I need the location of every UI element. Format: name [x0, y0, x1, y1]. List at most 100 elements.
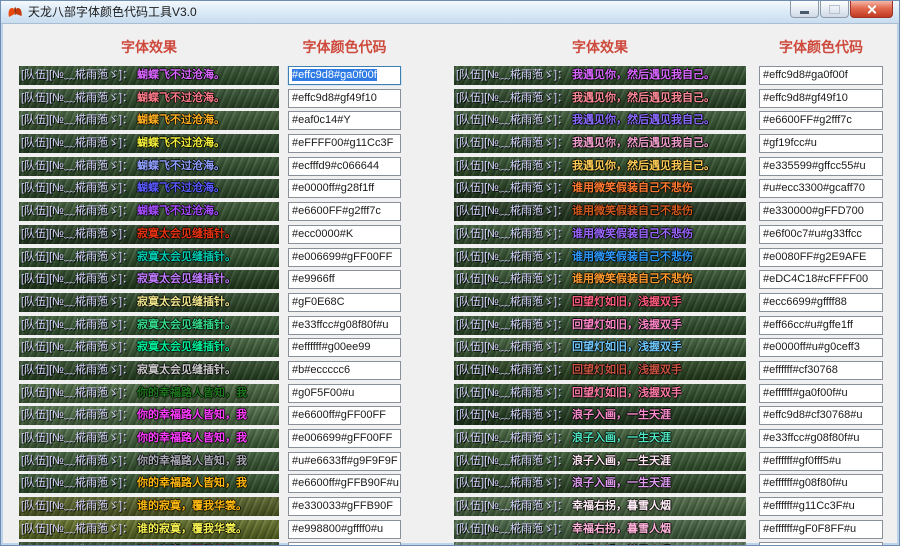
color-row: [队伍][№﹏椛雨萢ゞ]： 你的幸福路人皆知，我 #g0F5F00#u [队伍][…	[19, 383, 899, 403]
chat-message: 你的幸福路人皆知，我	[137, 477, 248, 490]
chat-message: 你的幸福路人皆知，我	[137, 454, 248, 467]
font-effect-preview-right: [队伍][№﹏椛雨萢ゞ]： 回望灯如旧，浅握双手	[454, 360, 746, 380]
chat-message: 我遇见你，然后遇见我自己。	[572, 91, 716, 104]
font-effect-preview-left: [队伍][№﹏椛雨萢ゞ]： 你的幸福路人皆知，我	[19, 474, 279, 494]
color-code-input-right[interactable]: #effc9d8#gf49f10	[759, 88, 883, 108]
font-effect-preview-right: [队伍][№﹏椛雨萢ゞ]： 谁用微笑假装自己不悲伤	[454, 202, 746, 222]
color-code-input-left[interactable]: #e6600ff#gFF00FF	[288, 406, 401, 426]
font-effect-preview-left: [队伍][№﹏椛雨萢ゞ]： 蝴蝶飞不过沧海。	[19, 156, 279, 176]
color-code-input-right[interactable]: #eDC4C18#cFFFF00	[759, 270, 883, 290]
color-code-input-left[interactable]: #effc9d8#gf49f10	[288, 88, 401, 108]
font-effect-preview-left: [队伍][№﹏椛雨萢ゞ]： 寂寞太会见缝插针。	[19, 247, 279, 267]
color-row: [队伍][№﹏椛雨萢ゞ]： 谁的寂寞，覆我华裳。 #e330033#gFFB90F…	[19, 497, 899, 517]
color-code-text: #effffff#cf30768	[763, 363, 838, 376]
color-code-input-right[interactable]: #gf19fcc#u	[759, 134, 883, 154]
color-code-input-right[interactable]: #effffff#g11Cc3F#u	[759, 497, 883, 517]
font-effect-preview-left: [队伍][№﹏椛雨萢ゞ]： 蝴蝶飞不过沧海。	[19, 202, 279, 222]
color-code-text: #ecc6699#gffff88	[763, 295, 847, 308]
color-code-text: #effc9d8#ga0f00f	[763, 69, 848, 81]
color-code-input-right[interactable]: #effc9d8#ga0f00f	[759, 66, 883, 85]
color-row: [队伍][№﹏椛雨萢ゞ]： 寂寞太会见缝插针。 #e33ffcc#g08f80f#…	[19, 315, 899, 335]
color-code-input-right[interactable]: #gffffb0#e0f0000#u	[759, 542, 883, 545]
color-code-input-right[interactable]: #effc9d8#cf30768#u	[759, 406, 883, 426]
color-code-input-left[interactable]: #gF0E68C	[288, 292, 401, 312]
color-code-input-left[interactable]: #g0F5F00#u	[288, 383, 401, 403]
minimize-button[interactable]	[790, 1, 819, 18]
chat-message: 蝴蝶飞不过沧海。	[137, 159, 226, 172]
chat-message: 浪子入画，一生天涯	[572, 477, 672, 490]
color-code-input-right[interactable]: #effffff#gf0fff5#u	[759, 451, 883, 471]
color-code-input-left[interactable]: #e6600ff#gFFB90F#u	[288, 474, 401, 494]
chat-prefix: [队伍][№﹏椛雨萢ゞ]：	[21, 273, 134, 286]
chat-message: 谁用微笑假装自己不悲伤	[572, 273, 694, 286]
chat-message: 谁的寂寞，覆我华裳。	[137, 500, 248, 513]
chat-message: 寂寞太会见缝插针。	[137, 250, 237, 263]
color-code-input-left[interactable]: #e336600#cFFF0FF	[288, 542, 401, 545]
font-effect-preview-right: [队伍][№﹏椛雨萢ゞ]： 我遇见你，然后遇见我自己。	[454, 156, 746, 176]
color-code-input-left[interactable]: #eaf0c14#Y	[288, 111, 401, 131]
chat-prefix: [队伍][№﹏椛雨萢ゞ]：	[456, 205, 569, 218]
chat-prefix: [队伍][№﹏椛雨萢ゞ]：	[21, 454, 134, 467]
color-row: [队伍][№﹏椛雨萢ゞ]： 寂寞太会见缝插针。 #e9966ff [队伍][№﹏椛…	[19, 270, 899, 290]
color-code-input-right[interactable]: #e0000ff#u#g0ceff3	[759, 338, 883, 358]
color-code-input-right[interactable]: #effffff#g08f80f#u	[759, 474, 883, 494]
rows-container: [队伍][№﹏椛雨萢ゞ]： 蝴蝶飞不过沧海。 #effc9d8#ga0f00f […	[1, 66, 899, 545]
color-row: [队伍][№﹏椛雨萢ゞ]： 你的幸福路人皆知，我 #e6600ff#gFF00FF…	[19, 406, 899, 426]
color-code-input-left[interactable]: #e330033#gFFB90F	[288, 497, 401, 517]
chat-message: 回望灯如旧，浅握双手	[572, 386, 683, 399]
color-code-input-left[interactable]: #b#eccccc6	[288, 360, 401, 380]
font-effect-preview-left: [队伍][№﹏椛雨萢ゞ]： 蝴蝶飞不过沧海。	[19, 134, 279, 154]
color-row: [队伍][№﹏椛雨萢ゞ]： 寂寞太会见缝插针。 #ecc0000#K [队伍][№…	[19, 224, 899, 244]
maximize-button[interactable]	[820, 1, 849, 18]
chat-message: 蝴蝶飞不过沧海。	[137, 137, 226, 150]
color-code-input-left[interactable]: #effc9d8#ga0f00f	[288, 66, 401, 85]
color-code-input-left[interactable]: #e9966ff	[288, 270, 401, 290]
color-code-input-left[interactable]: #eFFFF00#g11Cc3F	[288, 134, 401, 154]
color-code-text: #e330033#gFFB90F	[292, 500, 393, 513]
color-code-input-left[interactable]: #e0000ff#g28f1ff	[288, 179, 401, 199]
color-code-input-left[interactable]: #ecc0000#K	[288, 224, 401, 244]
color-code-input-left[interactable]: #effffff#g00ee99	[288, 338, 401, 358]
window-title: 天龙八部字体颜色代码工具V3.0	[28, 5, 197, 19]
color-code-input-right[interactable]: #u#ecc3300#gcaff70	[759, 179, 883, 199]
color-code-text: #e6600FF#g2fff7c	[763, 114, 852, 127]
color-code-input-left[interactable]: #ecfffd9#c066644	[288, 156, 401, 176]
color-code-input-right[interactable]: #e33ffcc#g08f80f#u	[759, 429, 883, 448]
color-row: [队伍][№﹏椛雨萢ゞ]： 蝴蝶飞不过沧海。 #eaf0c14#Y [队伍][№﹏…	[19, 111, 899, 131]
font-effect-preview-left: [队伍][№﹏椛雨萢ゞ]： 寂寞太会见缝插针。	[19, 270, 279, 290]
color-code-input-left[interactable]: #e6600FF#g2fff7c	[288, 202, 401, 222]
chat-prefix: [队伍][№﹏椛雨萢ゞ]：	[456, 273, 569, 286]
color-code-input-left[interactable]: #e006699#gFF00FF	[288, 247, 401, 267]
color-code-input-left[interactable]: #e33ffcc#g08f80f#u	[288, 315, 401, 335]
font-effect-preview-left: [队伍][№﹏椛雨萢ゞ]： 寂寞太会见缝插针。	[19, 224, 279, 244]
color-code-input-right[interactable]: #e335599#gffcc55#u	[759, 156, 883, 176]
color-code-input-right[interactable]: #e6f00c7#u#g33ffcc	[759, 224, 883, 244]
color-code-text: #e335599#gffcc55#u	[763, 159, 866, 172]
chat-prefix: [队伍][№﹏椛雨萢ゞ]：	[456, 522, 569, 535]
color-code-input-right[interactable]: #ecc6699#gffff88	[759, 292, 883, 312]
color-code-input-right[interactable]: #e0080FF#g2E9AFE	[759, 247, 883, 267]
color-code-input-right[interactable]: #effffff#ga0f00f#u	[759, 383, 883, 403]
font-effect-preview-right: [队伍][№﹏椛雨萢ゞ]： 回望灯如旧，浅握双手	[454, 315, 746, 335]
chat-message: 谁用微笑假装自己不悲伤	[572, 227, 694, 240]
chat-message: 寂寞太会见缝插针。	[137, 318, 237, 331]
color-code-text: #eaf0c14#Y	[292, 114, 351, 127]
close-button[interactable]	[850, 1, 893, 18]
color-code-text: #u#e6633ff#g9F9F9F	[292, 454, 398, 467]
color-code-input-right[interactable]: #effffff#cf30768	[759, 360, 883, 380]
color-code-input-right[interactable]: #effffff#gF0F8FF#u	[759, 519, 883, 539]
color-code-input-left[interactable]: #e006699#gFF00FF	[288, 429, 401, 448]
chat-message: 蝴蝶飞不过沧海。	[137, 182, 226, 195]
color-code-input-right[interactable]: #eff66cc#u#gffe1ff	[759, 315, 883, 335]
window-controls	[789, 1, 893, 18]
chat-prefix: [队伍][№﹏椛雨萢ゞ]：	[21, 318, 134, 331]
close-icon	[866, 4, 877, 15]
chat-prefix: [队伍][№﹏椛雨萢ゞ]：	[21, 205, 134, 218]
font-effect-preview-left: [队伍][№﹏椛雨萢ゞ]：谁的寂寞，覆我华裳。	[19, 519, 279, 539]
font-effect-preview-right: [队伍][№﹏椛雨萢ゞ]：幸福右拐，暮雪人烟	[454, 497, 746, 517]
color-code-input-left[interactable]: #e998800#gffff0#u	[288, 519, 401, 539]
color-code-input-left[interactable]: #u#e6633ff#g9F9F9F	[288, 451, 401, 471]
chat-prefix: [队伍][№﹏椛雨萢ゞ]：	[456, 137, 569, 150]
color-code-input-right[interactable]: #e6600FF#g2fff7c	[759, 111, 883, 131]
color-code-input-right[interactable]: #e330000#gFFD700	[759, 202, 883, 222]
